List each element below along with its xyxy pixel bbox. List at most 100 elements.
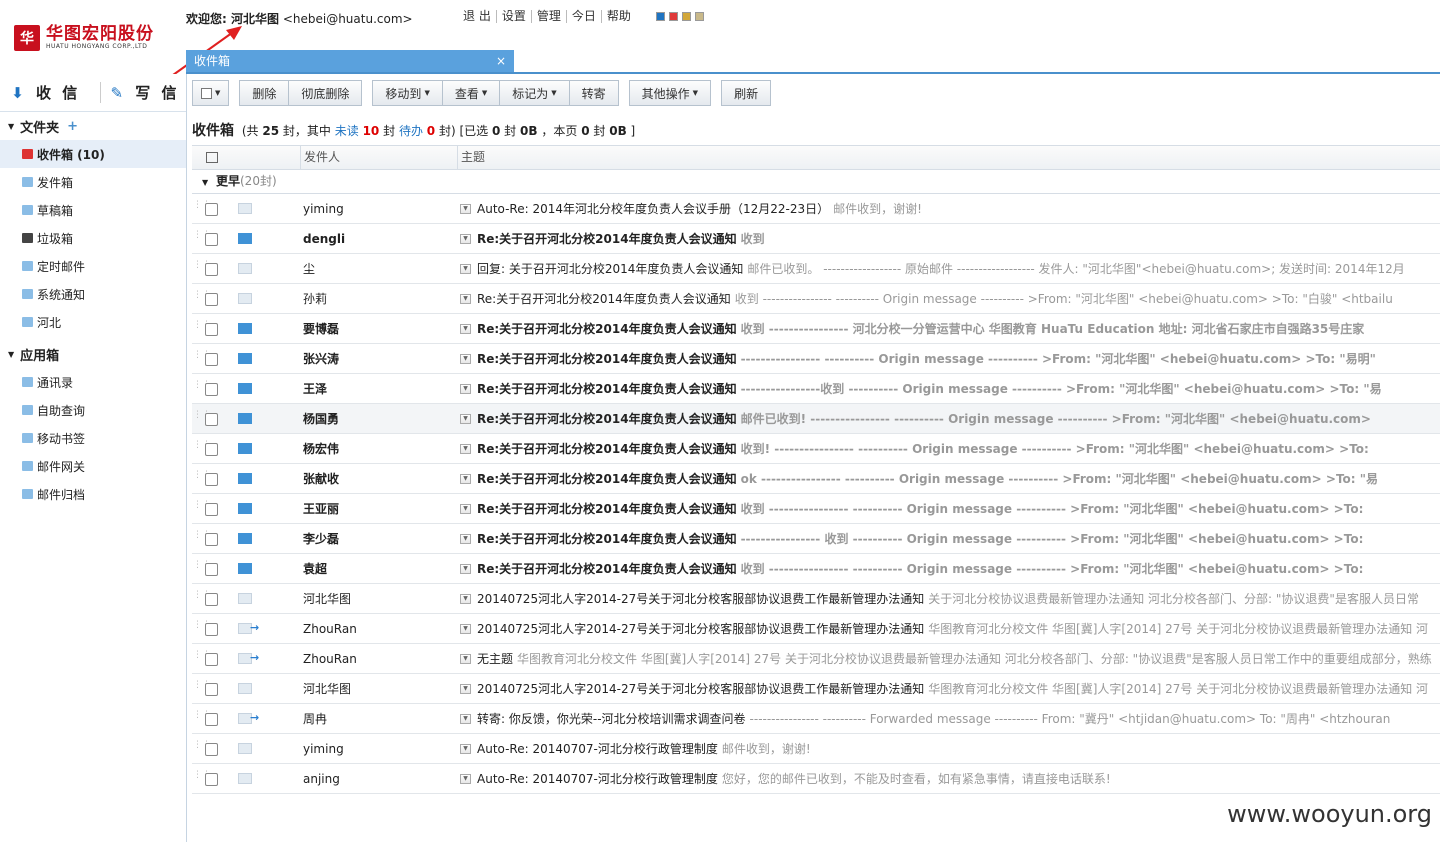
drag-handle-icon[interactable]: ⋮⋮ (193, 471, 211, 485)
view-button[interactable]: 查看 ▼ (442, 80, 501, 106)
mail-row[interactable]: ⋮⋮ 杨宏伟 ▼ Re:关于召开河北分校2014年度负责人会议通知 收到! ------… (192, 434, 1440, 464)
mail-row[interactable]: ⋮⋮ → 周冉 ▼ 转寄: 你反馈，你光荣--河北分校培训需求调查问卷 ---------… (192, 704, 1440, 734)
row-checkbox[interactable] (205, 653, 218, 666)
mail-subject-cell[interactable]: Re:关于召开河北分校2014年度负责人会议通知 ok -------------… (477, 464, 1378, 493)
mail-row[interactable]: ⋮⋮ 张献收 ▼ Re:关于召开河北分校2014年度负责人会议通知 ok -------… (192, 464, 1440, 494)
drag-handle-icon[interactable]: ⋮⋮ (193, 591, 211, 605)
mail-subject-cell[interactable]: Re:关于召开河北分校2014年度负责人会议通知 邮件已收到! ---------… (477, 404, 1371, 433)
mail-row[interactable]: ⋮⋮ 王亚丽 ▼ Re:关于召开河北分校2014年度负责人会议通知 收到 -------… (192, 494, 1440, 524)
skin-orange[interactable] (682, 12, 691, 21)
drag-handle-icon[interactable]: ⋮⋮ (193, 681, 211, 695)
mail-subject-cell[interactable]: Auto-Re: 20140707-河北分校行政管理制度 邮件收到，谢谢! (477, 734, 811, 763)
unread-filter-link[interactable]: 未读 (335, 124, 359, 138)
row-checkbox[interactable] (205, 623, 218, 636)
mail-row[interactable]: ⋮⋮ yiming ▼ Auto-Re: 20140707-河北分校行政管理制度 邮件收… (192, 734, 1440, 764)
row-checkbox[interactable] (205, 593, 218, 606)
mail-row[interactable]: ⋮⋮ 河北华图 ▼ 20140725河北人字2014-27号关于河北分校客服部协议退费… (192, 584, 1440, 614)
mail-subject-cell[interactable]: 转寄: 你反馈，你光荣--河北分校培训需求调查问卷 ---------------… (477, 704, 1390, 733)
row-menu-chevron-icon[interactable]: ▼ (460, 504, 471, 514)
mail-row[interactable]: ⋮⋮ dengli ▼ Re:关于召开河北分校2014年度负责人会议通知 收到 (192, 224, 1440, 254)
delete-forever-button[interactable]: 彻底删除 (289, 80, 363, 106)
sidebar-app-item[interactable]: 自助查询 (0, 396, 186, 424)
sidebar-folder-item[interactable]: 系统通知 (0, 280, 186, 308)
mail-subject-cell[interactable]: Re:关于召开河北分校2014年度负责人会议通知 收到 (477, 224, 765, 253)
drag-handle-icon[interactable]: ⋮⋮ (193, 651, 211, 665)
add-folder-icon[interactable]: + (67, 119, 78, 134)
mail-row[interactable]: ⋮⋮ 袁超 ▼ Re:关于召开河北分校2014年度负责人会议通知 收到 --------… (192, 554, 1440, 584)
manage-link[interactable]: 管理 (530, 10, 566, 23)
row-checkbox[interactable] (205, 743, 218, 756)
column-sender[interactable]: 发件人 (300, 146, 457, 169)
row-checkbox[interactable] (205, 203, 218, 216)
skin-blue[interactable] (656, 12, 665, 21)
row-menu-chevron-icon[interactable]: ▼ (460, 624, 471, 634)
company-logo[interactable]: 华 华图宏阳股份 HUATU HONGYANG CORP.,LTD (14, 24, 174, 52)
row-menu-chevron-icon[interactable]: ▼ (460, 534, 471, 544)
sidebar-folder-item[interactable]: 定时邮件 (0, 252, 186, 280)
help-link[interactable]: 帮助 (600, 10, 636, 23)
row-checkbox[interactable] (205, 383, 218, 396)
row-checkbox[interactable] (205, 713, 218, 726)
drag-handle-icon[interactable]: ⋮⋮ (193, 351, 211, 365)
mail-row[interactable]: ⋮⋮ 李少磊 ▼ Re:关于召开河北分校2014年度负责人会议通知 ----------… (192, 524, 1440, 554)
forward-button[interactable]: 转寄 (569, 80, 619, 106)
column-subject[interactable]: 主题 (457, 146, 485, 169)
column-settings-icon[interactable] (206, 152, 218, 163)
mail-row[interactable]: ⋮⋮ → ZhouRan ▼ 无主题 华图教育河北分校文件 华图[冀]人字[2014] 2… (192, 644, 1440, 674)
mail-row[interactable]: ⋮⋮ 河北华图 ▼ 20140725河北人字2014-27号关于河北分校客服部协议退费… (192, 674, 1440, 704)
drag-handle-icon[interactable]: ⋮⋮ (193, 771, 211, 785)
row-checkbox[interactable] (205, 293, 218, 306)
sidebar-folder-item[interactable]: 草稿箱 (0, 196, 186, 224)
skin-red[interactable] (669, 12, 678, 21)
drag-handle-icon[interactable]: ⋮⋮ (193, 321, 211, 335)
row-checkbox[interactable] (205, 353, 218, 366)
mail-row[interactable]: ⋮⋮ 孙莉 ▼ Re:关于召开河北分校2014年度负责人会议通知 收到 --------… (192, 284, 1440, 314)
row-menu-chevron-icon[interactable]: ▼ (460, 414, 471, 424)
row-menu-chevron-icon[interactable]: ▼ (460, 744, 471, 754)
receive-mail-button[interactable]: ⬇ 收 信 (10, 82, 80, 103)
row-checkbox[interactable] (205, 233, 218, 246)
sidebar-app-item[interactable]: 通讯录 (0, 368, 186, 396)
today-link[interactable]: 今日 (565, 10, 601, 23)
mail-subject-cell[interactable]: 20140725河北人字2014-27号关于河北分校客服部协议退费工作最新管理办… (477, 614, 1428, 643)
mail-subject-cell[interactable]: Re:关于召开河北分校2014年度负责人会议通知 ----------------… (477, 524, 1363, 553)
drag-handle-icon[interactable]: ⋮⋮ (193, 711, 211, 725)
compose-mail-button[interactable]: ✎ 写 信 (100, 82, 179, 103)
mail-row[interactable]: ⋮⋮ yiming ▼ Auto-Re: 2014年河北分校年度负责人会议手册（12月… (192, 194, 1440, 224)
row-checkbox[interactable] (205, 533, 218, 546)
drag-handle-icon[interactable]: ⋮⋮ (193, 621, 211, 635)
apps-section-header[interactable]: ▼ 应用箱 (0, 340, 186, 368)
mail-row[interactable]: ⋮⋮ 尘 ▼ 回复: 关于召开河北分校2014年度负责人会议通知 邮件已收到。 ----… (192, 254, 1440, 284)
date-group-header[interactable]: ▼ 更早(20封) (192, 170, 1440, 194)
delete-button[interactable]: 删除 (239, 80, 290, 106)
mail-row[interactable]: ⋮⋮ 要博磊 ▼ Re:关于召开河北分校2014年度负责人会议通知 收到 -------… (192, 314, 1440, 344)
drag-handle-icon[interactable]: ⋮⋮ (193, 231, 211, 245)
row-checkbox[interactable] (205, 413, 218, 426)
refresh-button[interactable]: 刷新 (721, 80, 772, 106)
mail-row[interactable]: ⋮⋮ 王泽 ▼ Re:关于召开河北分校2014年度负责人会议通知 -----------… (192, 374, 1440, 404)
row-checkbox[interactable] (205, 473, 218, 486)
row-menu-chevron-icon[interactable]: ▼ (460, 444, 471, 454)
sidebar-folder-item[interactable]: 收件箱 (10) (0, 140, 186, 168)
other-actions-button[interactable]: 其他操作 ▼ (628, 80, 712, 106)
row-checkbox[interactable] (205, 773, 218, 786)
select-dropdown[interactable]: ▼ (192, 80, 230, 106)
drag-handle-icon[interactable]: ⋮⋮ (193, 261, 211, 275)
mark-as-button[interactable]: 标记为 ▼ (500, 80, 570, 106)
folders-section-header[interactable]: ▼ 文件夹 + (0, 112, 186, 140)
row-checkbox[interactable] (205, 263, 218, 276)
row-menu-chevron-icon[interactable]: ▼ (460, 654, 471, 664)
row-menu-chevron-icon[interactable]: ▼ (460, 564, 471, 574)
mail-row[interactable]: ⋮⋮ 张兴涛 ▼ Re:关于召开河北分校2014年度负责人会议通知 ----------… (192, 344, 1440, 374)
drag-handle-icon[interactable]: ⋮⋮ (193, 411, 211, 425)
drag-handle-icon[interactable]: ⋮⋮ (193, 381, 211, 395)
drag-handle-icon[interactable]: ⋮⋮ (193, 561, 211, 575)
mail-subject-cell[interactable]: Re:关于召开河北分校2014年度负责人会议通知 收到! ------------… (477, 434, 1369, 463)
row-menu-chevron-icon[interactable]: ▼ (460, 354, 471, 364)
drag-handle-icon[interactable]: ⋮⋮ (193, 201, 211, 215)
mail-subject-cell[interactable]: 回复: 关于召开河北分校2014年度负责人会议通知 邮件已收到。 --------… (477, 254, 1405, 283)
mail-subject-cell[interactable]: Re:关于召开河北分校2014年度负责人会议通知 收到 -------------… (477, 314, 1364, 343)
mail-subject-cell[interactable]: 20140725河北人字2014-27号关于河北分校客服部协议退费工作最新管理办… (477, 674, 1428, 703)
mail-subject-cell[interactable]: Re:关于召开河北分校2014年度负责人会议通知 收到 -------------… (477, 494, 1363, 523)
pending-filter-link[interactable]: 待办 (399, 124, 423, 138)
